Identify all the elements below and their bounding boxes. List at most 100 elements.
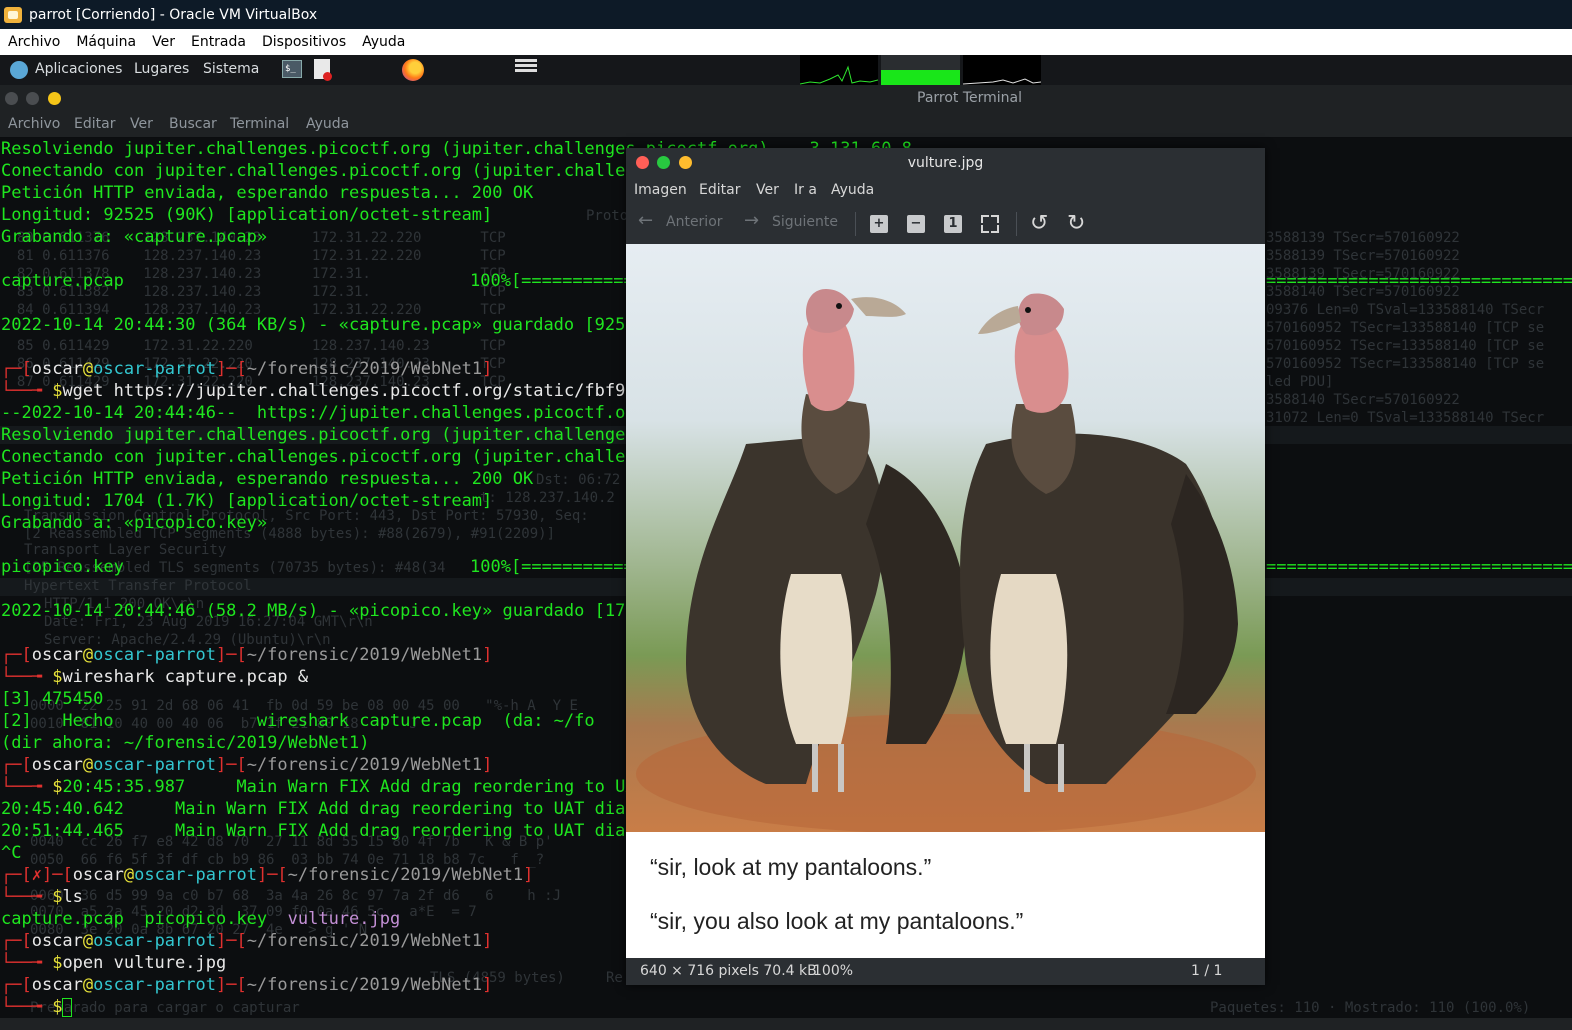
terminal-close-button[interactable] <box>5 92 18 105</box>
ls-file: capture.pcap <box>1 909 124 929</box>
terminal-menu-archivo[interactable]: Archivo <box>8 116 60 132</box>
net-monitor-graph <box>962 55 1042 85</box>
terminal-maximize-button[interactable] <box>26 92 39 105</box>
prompt-symbol: $ <box>52 887 63 907</box>
vbox-titlebar: parrot [Corriendo] - Oracle VM VirtualBo… <box>0 0 1572 29</box>
zoom-normal-button[interactable]: 1 <box>944 215 962 233</box>
download-progress-bar: 100%[============ <box>470 557 644 577</box>
zoom-in-button[interactable]: + <box>870 215 888 233</box>
panel-menu-sistema[interactable]: Sistema <box>203 61 259 77</box>
command-line: └──╼ $20:45:35.987 Main Warn FIX Add dra… <box>1 777 646 797</box>
terminal-line: 20:45:40.642 Main Warn FIX Add drag reor… <box>1 799 646 819</box>
bottom-panel <box>0 1018 1572 1030</box>
previous-button[interactable]: Anterior <box>666 214 723 230</box>
terminal-line: Longitud: 92525 (90K) [application/octet… <box>1 205 493 225</box>
viewer-statusbar: 640 × 716 pixels 70.4 kB 100% 1 / 1 <box>626 958 1265 985</box>
viewer-menu-imagen[interactable]: Imagen <box>634 182 687 198</box>
network-icon[interactable] <box>515 59 537 79</box>
ws-detail-line: Hypertext Transfer Protocol <box>24 578 252 594</box>
terminal-line: Conectando con jupiter.challenges.picoct… <box>1 447 646 467</box>
viewer-menu-editar[interactable]: Editar <box>699 182 740 198</box>
toolbar-separator <box>855 212 856 236</box>
zoom-level: 100% <box>813 963 854 979</box>
vbox-menu-ayuda[interactable]: Ayuda <box>354 34 413 50</box>
ws-info-cell: 09376 Len=0 TSval=133588140 TSecr <box>1266 302 1545 318</box>
vulture-photo <box>626 244 1265 832</box>
vbox-menu-ver[interactable]: Ver <box>144 34 183 50</box>
rotate-right-icon[interactable]: ↻ <box>1067 211 1085 236</box>
vbox-menu-entrada[interactable]: Entrada <box>183 34 254 50</box>
terminal-title: Parrot Terminal <box>917 90 1023 106</box>
viewer-menu-ver[interactable]: Ver <box>756 182 779 198</box>
prompt-path: ~/forensic/2019/WebNet1 <box>246 931 483 951</box>
command-line: └──╼ $ls <box>1 887 83 907</box>
prompt-path: ~/forensic/2019/WebNet1 <box>246 359 483 379</box>
prompt-line: ┌─[oscar@oscar-parrot]─[~/forensic/2019/… <box>1 755 493 775</box>
viewer-menu-ayuda[interactable]: Ayuda <box>831 182 874 198</box>
terminal-line: Petición HTTP enviada, esperando respues… <box>1 183 534 203</box>
virtualbox-icon <box>4 6 22 23</box>
prompt-host: oscar-parrot <box>93 755 216 775</box>
panel-menu-lugares[interactable]: Lugares <box>134 61 189 77</box>
ws-info-cell: 3588139 TSecr=570160922 <box>1266 248 1460 264</box>
prompt-path: ~/forensic/2019/WebNet1 <box>246 645 483 665</box>
viewer-toolbar: ← Anterior → Siguiente + − 1 ↺ ↻ <box>626 204 1265 244</box>
terminal-menu-editar[interactable]: Editar <box>74 116 115 132</box>
terminal-launcher-icon[interactable]: $_ <box>282 60 302 78</box>
terminal-line: ^C <box>1 843 22 863</box>
download-filename: picopico.key <box>1 557 124 577</box>
prompt-host: oscar-parrot <box>93 931 216 951</box>
next-button[interactable]: Siguiente <box>772 214 838 230</box>
prompt-path: ~/forensic/2019/WebNet1 <box>246 755 483 775</box>
terminal-line: [2] Hecho wireshark capture.pcap (da: ~/… <box>1 711 595 731</box>
terminal-menu-ver[interactable]: Ver <box>130 116 153 132</box>
viewer-menu-ir-a[interactable]: Ir a <box>794 182 817 198</box>
vultures-image <box>636 289 1256 832</box>
firefox-launcher-icon[interactable] <box>402 59 424 81</box>
vbox-menu-dispositivos[interactable]: Dispositivos <box>254 34 354 50</box>
terminal-menu-terminal[interactable]: Terminal <box>230 116 289 132</box>
meme-caption-area: “sir, look at my pantaloons.” “sir, you … <box>626 832 1265 958</box>
image-counter: 1 / 1 <box>1191 963 1223 979</box>
text-editor-launcher-icon[interactable] <box>314 59 332 81</box>
prompt-user: oscar <box>72 865 124 885</box>
command-text: wget https://jupiter.challenges.picoctf.… <box>62 381 646 401</box>
rotate-left-icon[interactable]: ↺ <box>1030 211 1048 236</box>
prompt-user: oscar <box>31 359 83 379</box>
prompt-symbol: $ <box>52 777 63 797</box>
parrot-logo-icon[interactable] <box>10 61 28 79</box>
download-progress-bar-end: =================================>] 9 <box>1266 271 1572 291</box>
left-vulture <box>686 289 967 792</box>
prompt-at: @ <box>82 975 94 995</box>
ws-packet-row: 81 0.611376 128.237.140.23 172.31.22.220… <box>0 248 506 264</box>
meme-caption-2: “sir, you also look at my pantaloons.” <box>650 908 1024 934</box>
terminal-line: Petición HTTP enviada, esperando respues… <box>1 469 534 489</box>
command-input-line[interactable]: └──╼ $ <box>1 996 73 1018</box>
terminal-line: 2022-10-14 20:44:30 (364 KB/s) - «captur… <box>1 315 646 335</box>
prompt-path: ~/forensic/2019/WebNet1 <box>246 975 483 995</box>
terminal-line: Grabando a: «picopico.key» <box>1 513 268 533</box>
ws-info-cell: 570160952 TSecr=133588140 [TCP se <box>1266 320 1545 336</box>
prompt-at: @ <box>82 755 94 775</box>
image-viewer-window: vulture.jpg Imagen Editar Ver Ir a Ayuda… <box>626 148 1265 985</box>
panel-menu-aplicaciones[interactable]: Aplicaciones <box>35 61 122 77</box>
prompt-symbol: $ <box>52 667 63 687</box>
ws-info-cell: 3588139 TSecr=570160922 <box>1266 230 1460 246</box>
terminal-line: --2022-10-14 20:44:46-- https://jupiter.… <box>1 403 646 423</box>
terminal-minimize-button[interactable] <box>48 92 61 105</box>
terminal-menu-buscar[interactable]: Buscar <box>169 116 217 132</box>
ls-file: vulture.jpg <box>287 909 401 929</box>
vbox-menu-archivo[interactable]: Archivo <box>0 34 68 50</box>
download-progress-bar: 100%[============ <box>470 271 644 291</box>
prompt-at: @ <box>123 865 135 885</box>
terminal-line: (dir ahora: ~/forensic/2019/WebNet1) <box>1 733 370 753</box>
zoom-out-button[interactable]: − <box>907 215 925 233</box>
ws-detail-line: t: 128.237.140.2 <box>480 490 615 506</box>
terminal-menu-ayuda[interactable]: Ayuda <box>306 116 349 132</box>
vbox-menu-maquina[interactable]: Máquina <box>68 34 144 50</box>
prompt-line: ┌─[✗]─[oscar@oscar-parrot]─[~/forensic/2… <box>1 865 534 885</box>
prompt-at: @ <box>82 645 94 665</box>
fullscreen-icon[interactable] <box>981 215 999 233</box>
terminal-line: 20:51:44.465 Main Warn FIX Add drag reor… <box>1 821 646 841</box>
prompt-symbol: $ <box>52 997 63 1017</box>
